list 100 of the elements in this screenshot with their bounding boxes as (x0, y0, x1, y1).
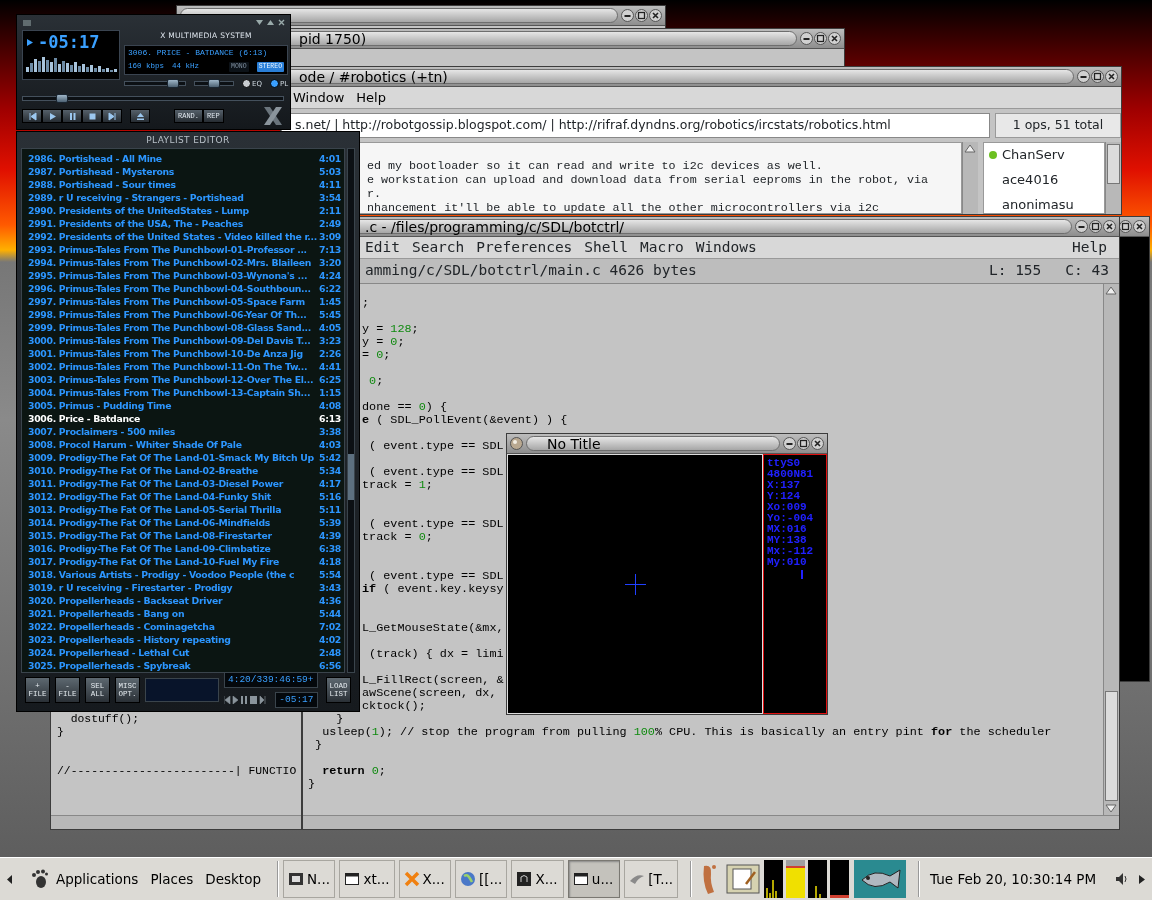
taskbar-button[interactable]: N... (283, 860, 336, 898)
window-menu-icon[interactable] (510, 437, 523, 450)
track-row[interactable]: 3025. Propellerheads - Spybreak 6:56 (28, 659, 341, 672)
track-row[interactable]: 3013. Prodigy-The Fat Of The Land-05-Serial Thrilla 5:11 (28, 503, 341, 516)
menu-item[interactable]: Preferences (476, 236, 573, 259)
next-button[interactable] (102, 109, 122, 123)
taskbar-button[interactable]: [T... (624, 860, 679, 898)
user-item[interactable]: ace4016 (988, 171, 1059, 187)
track-row[interactable]: 3004. Primus-Tales From The Punchbowl-13-Captain Sh... 1:15 (28, 386, 341, 399)
track-row[interactable]: 3006. Price - Batdance 6:13 (28, 412, 341, 425)
taskbar-button[interactable]: X... (511, 860, 564, 898)
track-row[interactable]: 2998. Primus-Tales From The Punchbowl-06-Year Of Th... 5:45 (28, 308, 341, 321)
track-row[interactable]: 3010. Prodigy-The Fat Of The Land-02-Breathe 5:34 (28, 464, 341, 477)
close-icon[interactable] (828, 32, 841, 45)
maximize-icon[interactable] (635, 9, 648, 22)
scrollbar[interactable] (347, 148, 355, 673)
taskbar-button[interactable]: [[... (455, 860, 508, 898)
track-row[interactable]: 2993. Primus-Tales From The Punchbowl-01-Professor ... 7:13 (28, 243, 341, 256)
track-row[interactable]: 2999. Primus-Tales From The Punchbowl-08-Glass Sand... 4:05 (28, 321, 341, 334)
user-item[interactable]: anonimasu (988, 196, 1074, 212)
foot-icon[interactable] (29, 869, 48, 889)
track-row[interactable]: 3003. Primus-Tales From The Punchbowl-12-Over The El... 6:25 (28, 373, 341, 386)
menu-item[interactable]: Search (411, 236, 465, 259)
scrollbar[interactable] (962, 141, 978, 214)
pause-button[interactable] (62, 109, 82, 123)
scrollbar-thumb[interactable] (348, 454, 354, 500)
track-row[interactable]: 3016. Prodigy-The Fat Of The Land-09-Climbatize 6:38 (28, 542, 341, 555)
track-row[interactable]: 3022. Propellerheads - Cominagetcha 7:02 (28, 620, 341, 633)
minimize-icon[interactable] (800, 32, 813, 45)
track-row[interactable]: 2997. Primus-Tales From The Punchbowl-05-Space Farm 1:45 (28, 295, 341, 308)
track-row[interactable]: 2988. Portishead - Sour times 4:11 (28, 178, 341, 191)
minimize-icon[interactable] (1077, 70, 1090, 83)
topic-field[interactable]: s.net/ | http://robotgossip.blogspot.com/ | http://rifraf.dyndns.org/robotics/ircstats/robotics.html (281, 113, 990, 138)
taskbar-button[interactable]: X... (398, 860, 451, 898)
close-icon[interactable] (1103, 220, 1116, 233)
track-row[interactable]: 3005. Primus - Pudding Time 4:08 (28, 399, 341, 412)
menu-icon[interactable] (22, 18, 32, 27)
minimize-icon[interactable] (621, 9, 634, 22)
minimize-icon[interactable] (256, 19, 263, 26)
slider-thumb[interactable] (167, 79, 179, 89)
track-row[interactable]: 2989. r U receiving - Strangers - Portishead 3:54 (28, 191, 341, 204)
close-icon[interactable] (1105, 70, 1118, 83)
track-row[interactable]: 3014. Prodigy-The Fat Of The Land-06-Mindfields 5:39 (28, 516, 341, 529)
scrollbar-thumb[interactable] (1105, 691, 1118, 801)
seek-bar[interactable] (22, 96, 284, 101)
horizontal-scrollbar[interactable] (303, 815, 1119, 829)
maximize-icon[interactable] (797, 437, 810, 450)
track-row[interactable]: 2991. Presidents of the USA, The - Peaches 2:49 (28, 217, 341, 230)
track-row[interactable]: 3008. Procol Harum - Whiter Shade Of Pale 4:03 (28, 438, 341, 451)
track-row[interactable]: 2994. Primus-Tales From The Punchbowl-02-Mrs. Blaileen 3:20 (28, 256, 341, 269)
minimize-icon[interactable] (1075, 220, 1088, 233)
track-row[interactable]: 3024. Propellerhead - Lethal Cut 2:48 (28, 646, 341, 659)
track-row[interactable]: 3023. Propellerheads - History repeating 4:02 (28, 633, 341, 646)
close-icon[interactable] (811, 437, 824, 450)
play-button[interactable] (42, 109, 62, 123)
track-row[interactable]: 2990. Presidents of the UnitedStates - Lump 2:11 (28, 204, 341, 217)
taskbar-button[interactable]: xt... (339, 860, 395, 898)
track-row[interactable]: 3021. Propellerheads - Bang on 5:44 (28, 607, 341, 620)
scrollbar-thumb[interactable] (1107, 143, 1120, 184)
menu-item[interactable]: Edit (365, 236, 400, 259)
track-row[interactable]: 3012. Prodigy-The Fat Of The Land-04-Funky Shit 5:16 (28, 490, 341, 503)
slider-thumb[interactable] (56, 94, 68, 103)
track-row[interactable]: 3017. Prodigy-The Fat Of The Land-10-Fuel My Fire 4:18 (28, 555, 341, 568)
scrollbar[interactable] (1103, 284, 1119, 815)
close-icon[interactable] (649, 9, 662, 22)
fish-icon[interactable] (854, 860, 907, 898)
track-row[interactable]: 2992. Presidents of the United States - Video killed the r... 3:09 (28, 230, 341, 243)
balance-slider[interactable] (194, 81, 234, 87)
slider-thumb[interactable] (208, 79, 220, 89)
horizontal-scrollbar[interactable] (51, 815, 301, 829)
taskbar-button[interactable]: u... (567, 860, 621, 898)
menu-button[interactable]: Applications (51, 866, 143, 892)
stop-button[interactable] (82, 109, 102, 123)
menu-item[interactable]: Help (1072, 236, 1107, 259)
menu-item[interactable]: Help (350, 85, 392, 110)
menu-button[interactable]: Desktop (201, 866, 265, 892)
user-item[interactable]: ChanServ (988, 146, 1065, 162)
menu-item[interactable]: Shell (584, 236, 628, 259)
track-row[interactable]: 3018. Various Artists - Prodigy - Voodoo People (the c 5:54 (28, 568, 341, 581)
shade-icon[interactable] (267, 19, 274, 26)
eject-button[interactable] (130, 109, 150, 123)
track-row[interactable]: 3007. Proclaimers - 500 miles 3:38 (28, 425, 341, 438)
previous-button[interactable] (22, 109, 42, 123)
maximize-icon[interactable] (1091, 70, 1104, 83)
track-row[interactable]: 2996. Primus-Tales From The Punchbowl-04-Southboun... 6:22 (28, 282, 341, 295)
track-row[interactable]: 3011. Prodigy-The Fat Of The Land-03-Diesel Power 4:17 (28, 477, 341, 490)
maximize-icon[interactable] (1089, 220, 1102, 233)
menu-item[interactable]: Window (287, 85, 351, 110)
track-row[interactable]: 2987. Portishead - Mysterons 5:03 (28, 165, 341, 178)
scrollbar[interactable] (1105, 141, 1121, 214)
track-row[interactable]: 3001. Primus-Tales From The Punchbowl-10-De Anza Jig 2:26 (28, 347, 341, 360)
track-row[interactable]: 3020. Propellerheads - Backseat Driver 4:36 (28, 594, 341, 607)
track-row[interactable]: 3019. r U receiving - Firestarter - Prodigy 3:43 (28, 581, 341, 594)
maximize-icon[interactable] (814, 32, 827, 45)
clock[interactable]: Tue Feb 20, 10:30:14 PM (924, 868, 1103, 890)
notepad-icon[interactable] (726, 864, 761, 894)
track-row[interactable]: 3002. Primus-Tales From The Punchbowl-11-On The Tw... 4:41 (28, 360, 341, 373)
minimize-icon[interactable] (783, 437, 796, 450)
track-row[interactable]: 3009. Prodigy-The Fat Of The Land-01-Smack My Bitch Up 5:42 (28, 451, 341, 464)
track-row[interactable]: 3015. Prodigy-The Fat Of The Land-08-Firestarter 4:39 (28, 529, 341, 542)
